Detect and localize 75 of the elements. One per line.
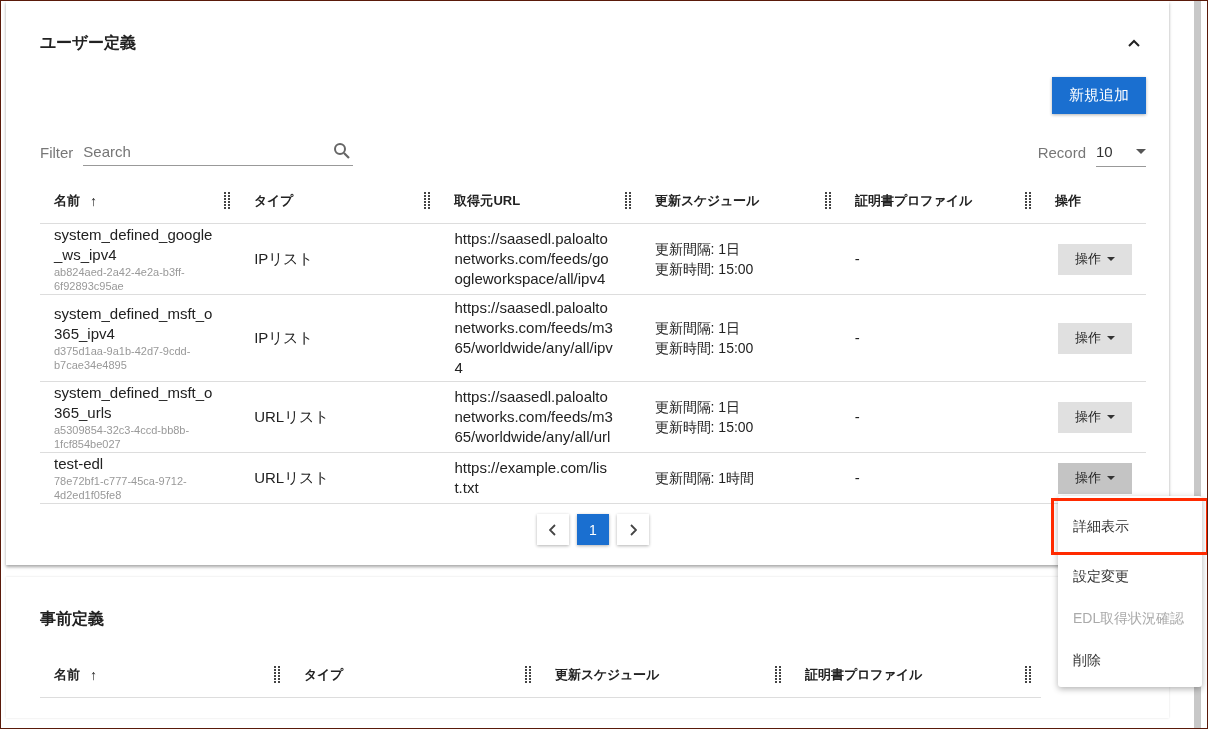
chevron-left-icon: [549, 523, 557, 536]
column-header[interactable]: 証明書プロファイル: [804, 666, 922, 684]
drag-handle-icon[interactable]: [424, 192, 431, 210]
drag-handle-icon[interactable]: [1025, 666, 1031, 684]
scrollbar[interactable]: [1194, 1, 1201, 728]
drag-handle-icon[interactable]: [624, 192, 631, 210]
url-text: https://saasedl.paloaltonetworks.com/feeds/googleworkspace/all/ipv4: [454, 229, 610, 289]
chevron-right-icon: [629, 523, 637, 536]
schedule-text: 更新間隔: 1日: [654, 240, 741, 259]
schedule-text: 更新間隔: 1日: [654, 398, 741, 417]
cert-text: -: [854, 407, 860, 427]
url-text: https://example.com/list.txt: [454, 458, 608, 498]
column-header[interactable]: 更新スケジュール: [554, 666, 659, 684]
caret-icon: [1107, 476, 1115, 480]
column-header[interactable]: 名前: [54, 666, 80, 684]
schedule-text: 更新間隔: 1時間: [654, 469, 755, 488]
drag-handle-icon[interactable]: [774, 666, 781, 684]
previous-page-button[interactable]: [537, 514, 569, 545]
chevron-icon[interactable]: [1128, 39, 1140, 47]
search-icon[interactable]: [333, 142, 352, 160]
column-header[interactable]: タイプ: [304, 666, 344, 684]
drag-handle-icon[interactable]: [274, 666, 281, 684]
id-text: 78e72bf1-c777-45ca-9712-4d2ed1f05fe8: [54, 474, 188, 502]
action-button[interactable]: 操作: [1058, 243, 1132, 275]
dropdown-icon: [1136, 149, 1146, 154]
filter-label: Filter: [40, 143, 74, 161]
column-header[interactable]: 証明書プロファイル: [854, 192, 972, 210]
schedule-text: 更新時間: 15:00: [654, 339, 754, 358]
section-title: 事前定義: [40, 608, 104, 629]
id-text: a5309854-32c3-4ccd-bb8b-1fcf854be027: [54, 423, 191, 451]
caret-icon: [1107, 415, 1115, 419]
action-button[interactable]: 操作: [1058, 322, 1132, 354]
action-button[interactable]: 操作: [1058, 462, 1132, 494]
next-page-button[interactable]: [617, 514, 649, 545]
caret-icon: [1107, 336, 1115, 340]
drag-handle-icon[interactable]: [224, 192, 231, 210]
action-button[interactable]: 操作: [1058, 401, 1132, 433]
column-header[interactable]: 取得元URL: [454, 192, 521, 210]
id-text: d375d1aa-9a1b-42d7-9cdd-b7cae34e4895: [54, 344, 192, 372]
url-text: https://saasedl.paloaltonetworks.com/feeds/m365/worldwide/any/all/url: [454, 387, 614, 447]
cert-text: -: [854, 468, 860, 488]
menu-item[interactable]: 設定変更: [1058, 554, 1202, 597]
column-header[interactable]: タイプ: [254, 192, 294, 210]
name-text: system_defined_msft_o365_urls: [54, 383, 214, 423]
add-button[interactable]: 新規追加: [1052, 77, 1146, 114]
sort-arrow[interactable]: ↑: [90, 193, 97, 209]
url-text: https://saasedl.paloaltonetworks.com/feeds/m365/worldwide/any/all/ipv4: [454, 298, 614, 378]
page-button[interactable]: 1: [577, 514, 609, 545]
record-label: Record: [1037, 143, 1086, 161]
caret-icon: [1107, 257, 1115, 261]
menu-item[interactable]: 詳細表示: [1051, 497, 1207, 555]
search-field[interactable]: Search: [83, 138, 354, 166]
type-text: URLリスト: [254, 468, 330, 488]
menu-item[interactable]: 削除: [1058, 638, 1202, 681]
sort-arrow[interactable]: ↑: [90, 667, 97, 683]
type-text: IPリスト: [254, 249, 314, 269]
column-header[interactable]: 操作: [1055, 192, 1081, 210]
drag-handle-icon[interactable]: [1025, 192, 1031, 210]
record-select[interactable]: 10: [1096, 137, 1146, 167]
type-text: IPリスト: [254, 328, 314, 348]
schedule-text: 更新時間: 15:00: [654, 418, 754, 437]
schedule-text: 更新間隔: 1日: [654, 319, 741, 338]
section-title: ユーザー定義: [40, 32, 136, 53]
cert-text: -: [854, 328, 860, 348]
type-text: URLリスト: [254, 407, 330, 427]
name-text: system_defined_google_ws_ipv4: [54, 225, 214, 265]
drag-handle-icon[interactable]: [524, 666, 531, 684]
name-text: test-edl: [54, 454, 104, 474]
drag-handle-icon[interactable]: [824, 192, 831, 210]
name-text: system_defined_msft_o365_ipv4: [54, 304, 214, 344]
column-header[interactable]: 名前: [54, 192, 80, 210]
cert-text: -: [854, 249, 860, 269]
schedule-text: 更新時間: 15:00: [654, 260, 754, 279]
column-header[interactable]: 更新スケジュール: [654, 192, 759, 210]
id-text: ab824aed-2a42-4e2a-b3ff-6f92893c95ae: [54, 265, 186, 293]
